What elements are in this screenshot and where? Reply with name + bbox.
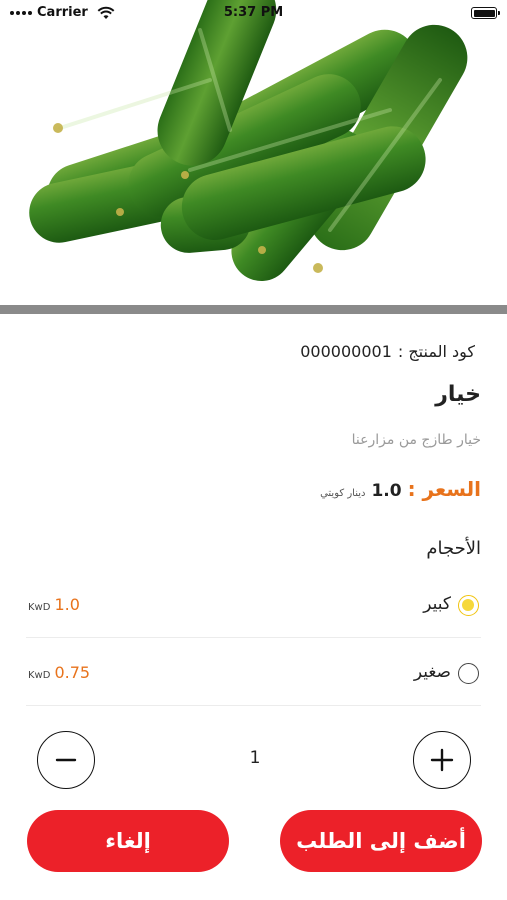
cancel-button[interactable]: إلغاء — [27, 810, 229, 872]
product-description: خيار طازج من مزارعنا — [351, 432, 481, 448]
size-option-large[interactable]: كبير KwD 1.0 — [26, 570, 481, 638]
product-code-label: كود المنتج : — [397, 342, 475, 361]
price-label: السعر : — [407, 477, 481, 501]
size-amount: 1.0 — [54, 595, 80, 614]
size-name: كبير — [423, 594, 451, 614]
battery-icon — [471, 7, 500, 19]
plus-icon — [430, 748, 454, 772]
size-name: صغير — [413, 662, 451, 682]
minus-icon — [55, 758, 77, 762]
size-price: KwD 0.75 — [28, 663, 90, 682]
sizes-title: الأحجام — [426, 538, 481, 559]
status-bar: Carrier 5:37 PM — [0, 0, 507, 26]
quantity-value: 1 — [249, 748, 261, 768]
cucumbers-illustration — [29, 0, 468, 281]
price-currency: دينار كويتي — [320, 488, 366, 499]
product-name: خيار — [435, 382, 481, 407]
price-value: 1.0 — [371, 481, 402, 501]
size-currency: KwD — [28, 602, 51, 613]
radio-unselected-icon[interactable] — [458, 663, 479, 684]
status-time: 5:37 PM — [223, 5, 284, 20]
size-price: KwD 1.0 — [28, 595, 80, 614]
add-to-order-button[interactable]: أضف إلى الطلب — [280, 810, 482, 872]
radio-selected-icon[interactable] — [458, 595, 479, 616]
product-image — [0, 0, 507, 305]
increase-quantity-button[interactable] — [413, 731, 471, 789]
size-currency: KwD — [28, 670, 51, 681]
product-code-value: 000000001 — [300, 342, 392, 361]
size-amount: 0.75 — [54, 663, 91, 682]
product-code: كود المنتج : 000000001 — [300, 342, 475, 361]
decrease-quantity-button[interactable] — [37, 731, 95, 789]
image-divider — [0, 305, 507, 314]
size-option-small[interactable]: صغير KwD 0.75 — [26, 638, 481, 706]
product-price: السعر : 1.0 دينار كويتي — [320, 477, 481, 501]
